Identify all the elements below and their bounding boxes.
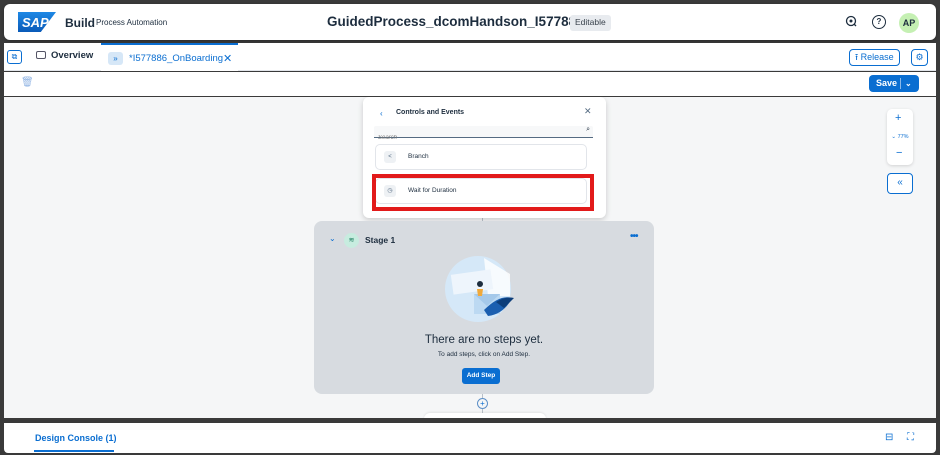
- more-options-icon[interactable]: •••: [630, 231, 638, 242]
- zoom-level[interactable]: ⌄ 77%: [887, 134, 913, 140]
- add-step-button[interactable]: Add Step: [462, 368, 500, 384]
- process-canvas[interactable]: ‹ Controls and Events ✕ ⌕ < Branch ◷ Wai…: [4, 97, 936, 418]
- empty-state-subtitle: To add steps, click on Add Step.: [437, 351, 531, 358]
- zoom-controls: + ⌄ 77% −: [887, 109, 913, 165]
- tab-design-console[interactable]: Design Console (1): [35, 433, 117, 443]
- control-item-branch[interactable]: < Branch: [375, 144, 587, 170]
- process-icon: »: [108, 52, 123, 65]
- upload-icon: ⭱: [855, 52, 859, 62]
- active-tab-indicator: [34, 450, 114, 452]
- empty-state-illustration: [445, 256, 514, 322]
- save-label: Save: [876, 78, 898, 88]
- close-icon[interactable]: ✕: [584, 106, 592, 117]
- settings-gear-icon[interactable]: ⚙: [911, 49, 928, 66]
- design-console-bar: Design Console (1) ⊟ ⛶: [4, 423, 936, 453]
- dock-panel-icon[interactable]: ⊟: [885, 432, 893, 443]
- branch-icon: <: [384, 151, 396, 163]
- tab-onboarding-label: *I577886_OnBoarding: [129, 53, 224, 64]
- user-avatar[interactable]: AP: [899, 13, 919, 33]
- save-separator: [900, 78, 901, 89]
- collapse-panel-icon[interactable]: «: [887, 173, 913, 194]
- panel-toggle-icon[interactable]: ⧉: [7, 50, 22, 64]
- process-title: GuidedProcess_dcomHandson_I577886: [327, 14, 584, 29]
- chevron-down-icon[interactable]: ⌄: [905, 75, 912, 92]
- help-icon[interactable]: ?: [872, 15, 886, 29]
- search-input[interactable]: [374, 132, 569, 144]
- brand-name: Build: [65, 16, 95, 30]
- shell-bar: SAP Build Process Automation GuidedProce…: [4, 4, 936, 40]
- zoom-level-value: 77%: [897, 134, 909, 140]
- notification-icon[interactable]: [844, 15, 858, 29]
- search-field: ⌕: [374, 126, 593, 144]
- canvas-toolbar: 🗑 Save ⌄: [4, 72, 936, 96]
- tab-overview[interactable]: Overview: [36, 50, 93, 61]
- control-item-label: Branch: [408, 153, 429, 160]
- overview-icon: [36, 51, 46, 59]
- empty-state-title: There are no steps yet.: [424, 334, 544, 346]
- back-chevron-icon[interactable]: ‹: [380, 109, 383, 118]
- save-button[interactable]: Save ⌄: [869, 75, 919, 92]
- stage-icon: ≋: [344, 233, 359, 248]
- add-node-plus-icon[interactable]: +: [477, 398, 488, 409]
- tab-onboarding[interactable]: » *I577886_OnBoarding ✕: [101, 43, 238, 71]
- release-label: Release: [860, 52, 894, 62]
- stage-title: Stage 1: [365, 235, 396, 245]
- release-button[interactable]: ⭱ Release: [849, 49, 900, 66]
- fullscreen-icon[interactable]: ⛶: [907, 432, 914, 443]
- editor-tabbar: ⧉ Overview » *I577886_OnBoarding ✕ ⭱ Rel…: [4, 43, 936, 71]
- brand-subtitle: Process Automation: [96, 18, 168, 27]
- next-node-card[interactable]: [424, 413, 546, 418]
- popover-title: Controls and Events: [396, 109, 465, 116]
- close-tab-icon[interactable]: ✕: [223, 52, 232, 65]
- sap-logo[interactable]: SAP: [18, 12, 56, 32]
- trash-icon[interactable]: 🗑: [21, 77, 34, 88]
- editable-badge: Editable: [570, 15, 611, 31]
- zoom-in-icon[interactable]: +: [895, 112, 901, 124]
- search-icon[interactable]: ⌕: [586, 126, 590, 134]
- zoom-out-icon[interactable]: −: [896, 147, 902, 159]
- highlight-annotation: [372, 174, 594, 211]
- stage-card[interactable]: ⌄ ≋ Stage 1 ••• There are no steps yet. …: [314, 221, 654, 394]
- collapse-chevron-icon[interactable]: ⌄: [329, 234, 336, 243]
- tab-overview-label: Overview: [51, 50, 94, 61]
